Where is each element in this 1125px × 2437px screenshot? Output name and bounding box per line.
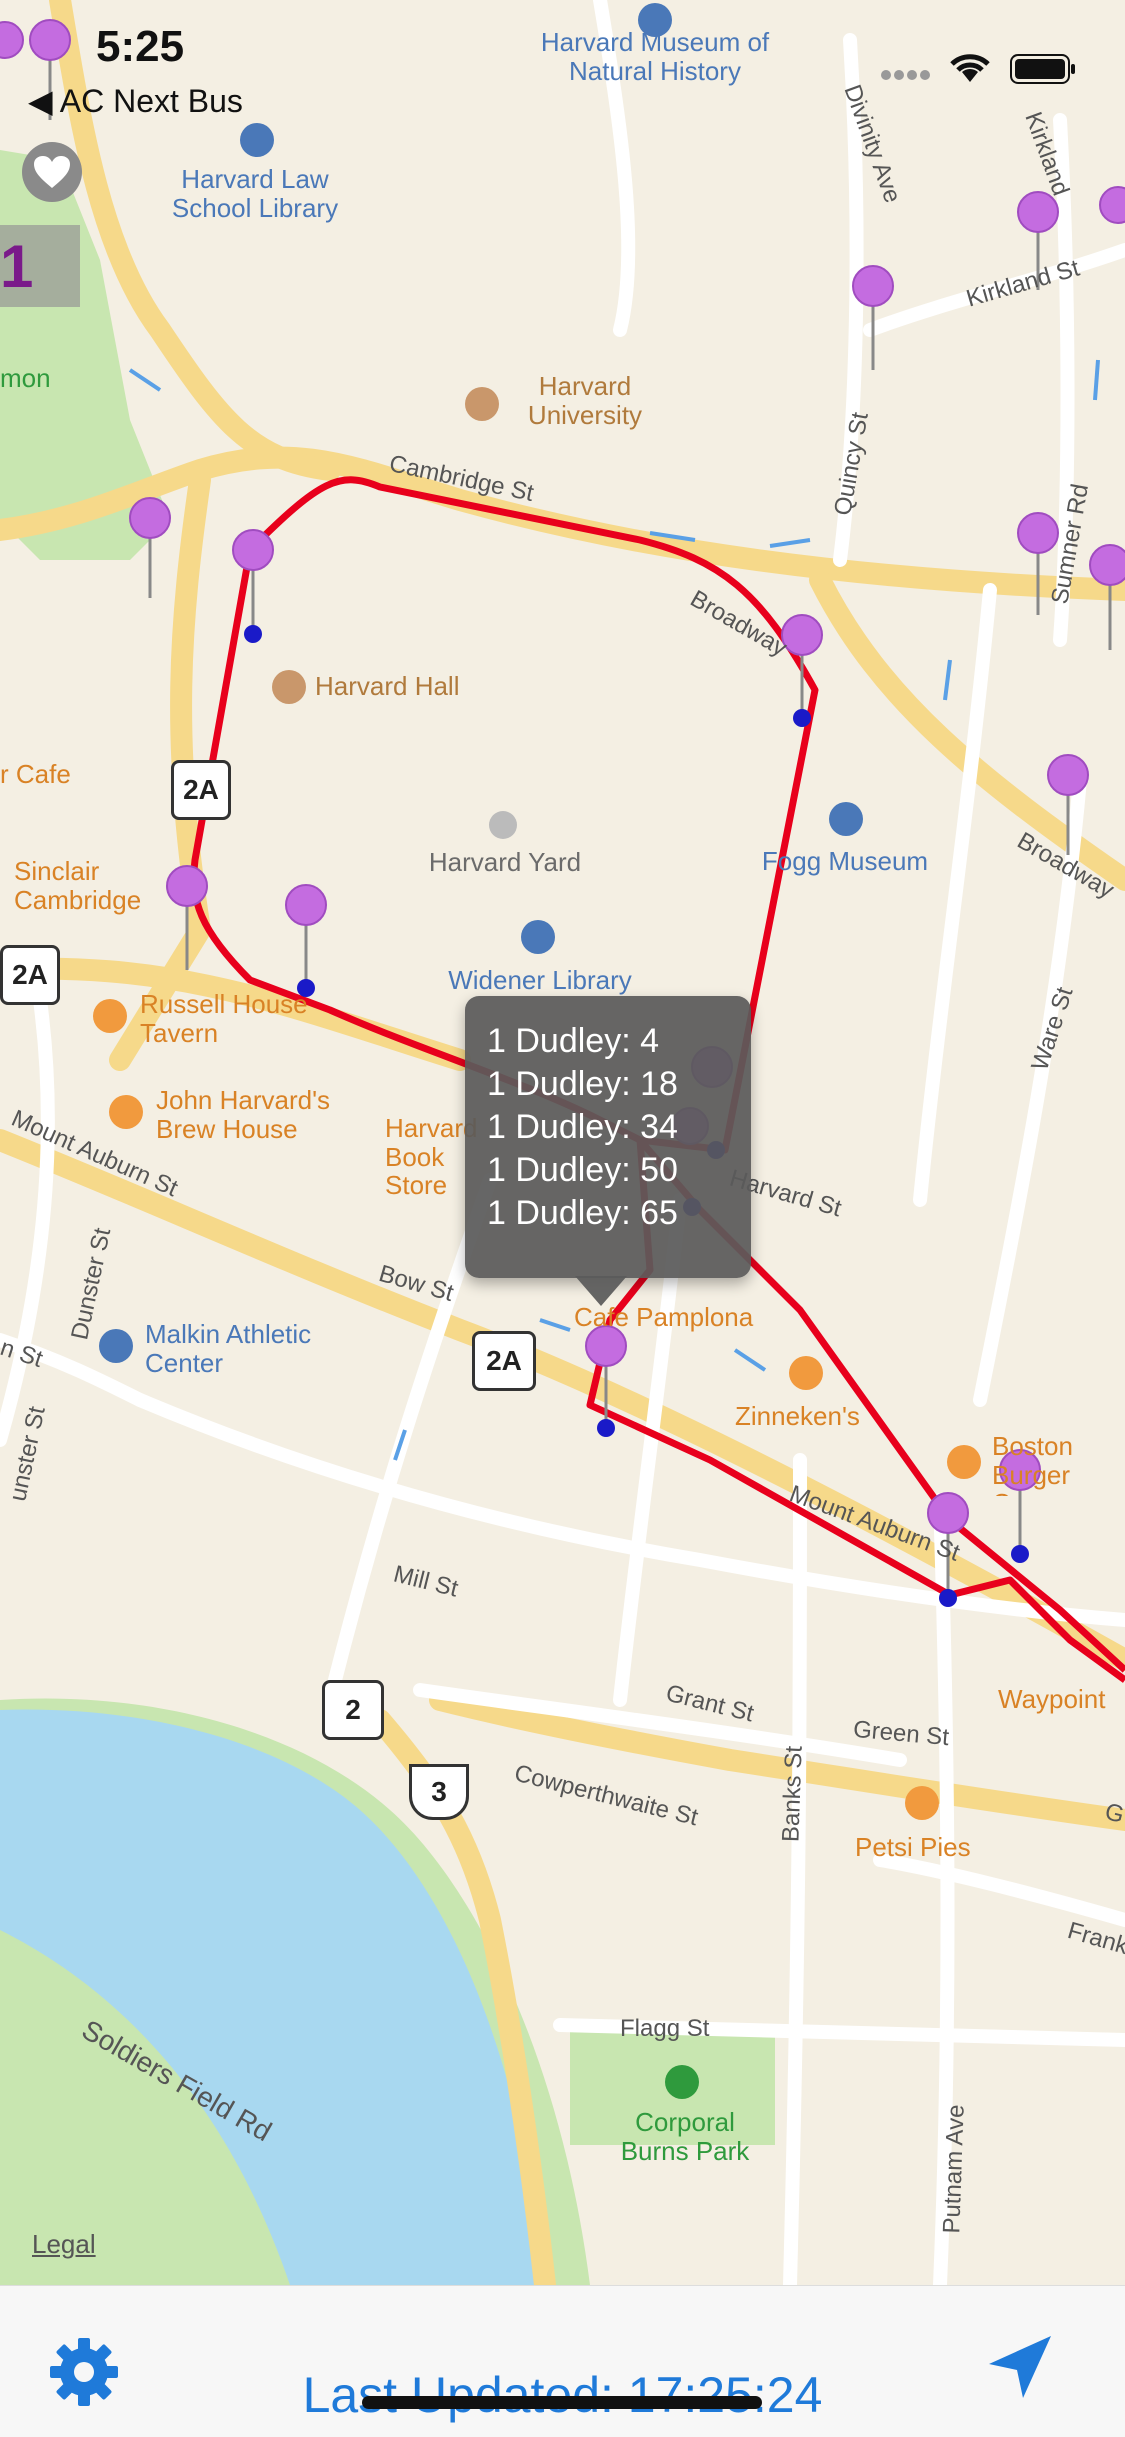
favorite-button[interactable] <box>22 142 82 202</box>
poi-sinclair[interactable]: Sinclair Cambridge <box>14 857 174 914</box>
poi-harvard-law-library[interactable]: Harvard Law School Library <box>150 165 360 222</box>
prediction-item: 1 Dudley: 18 <box>487 1065 678 1103</box>
locate-me-button[interactable] <box>985 2330 1055 2410</box>
poi-cafe-partial[interactable]: r Cafe <box>0 760 100 789</box>
last-updated-label: Last Updated: 17:25:24 <box>302 2367 823 2423</box>
prediction-item: 1 Dudley: 4 <box>487 1022 659 1060</box>
poi-harvard-yard[interactable]: Harvard Yard <box>410 848 600 877</box>
street-flagg: Flagg St <box>620 2015 710 2042</box>
route-shield-3: 3 <box>409 1764 469 1820</box>
poi-corporal-burns-park[interactable]: Corporal Burns Park <box>600 2108 770 2165</box>
legal-link[interactable]: Legal <box>32 2229 96 2260</box>
poi-harvard-university[interactable]: Harvard University <box>500 372 670 429</box>
poi-fogg-museum[interactable]: Fogg Museum <box>745 847 945 876</box>
prediction-list: 1 Dudley: 4 1 Dudley: 18 1 Dudley: 34 1 … <box>487 1020 678 1235</box>
poi-petsi-pies[interactable]: Petsi Pies <box>855 1833 995 1862</box>
street-putnam: Putnam Ave <box>938 2104 970 2234</box>
route-shield-2a: 2A <box>0 945 60 1005</box>
poi-common-partial[interactable]: mon <box>0 364 70 393</box>
bottom-toolbar: Last Updated: 17:25:24 <box>0 2285 1125 2437</box>
prediction-item: 1 Dudley: 34 <box>487 1108 678 1146</box>
poi-zinnekens[interactable]: Zinneken's <box>735 1402 895 1431</box>
prediction-item: 1 Dudley: 50 <box>487 1151 678 1189</box>
home-indicator[interactable] <box>362 2396 762 2409</box>
poi-widener-library[interactable]: Widener Library <box>425 966 655 995</box>
arrival-predictions-callout[interactable]: 1 Dudley: 4 1 Dudley: 18 1 Dudley: 34 1 … <box>465 996 751 1278</box>
route-shield-2a: 2A <box>171 760 231 820</box>
poi-russell-house[interactable]: Russell House Tavern <box>140 990 330 1047</box>
poi-waypoint[interactable]: Waypoint <box>998 1685 1125 1714</box>
poi-boston-burger[interactable]: Boston Burger Company <box>992 1432 1125 1496</box>
poi-malkin[interactable]: Malkin Athletic Center <box>145 1320 365 1377</box>
prediction-item: 1 Dudley: 65 <box>487 1194 678 1232</box>
wifi-icon <box>948 50 992 84</box>
route-shield-2a: 2A <box>472 1331 536 1391</box>
location-arrow-icon <box>989 2336 1051 2398</box>
heart-icon <box>34 156 70 188</box>
signal-icon <box>880 68 932 80</box>
route-shield-2: 2 <box>322 1680 384 1740</box>
status-time: 5:25 <box>96 22 185 71</box>
poi-john-harvards[interactable]: John Harvard's Brew House <box>156 1086 376 1143</box>
poi-harvard-museum[interactable]: Harvard Museum of Natural History <box>530 28 780 85</box>
route-number-badge[interactable]: 1 <box>0 225 80 307</box>
street-banks: Banks St <box>777 1745 808 1843</box>
back-button[interactable]: ◀ AC Next Bus <box>28 82 243 120</box>
poi-harvard-hall[interactable]: Harvard Hall <box>315 672 495 701</box>
callout-pointer <box>575 1276 627 1306</box>
battery-icon <box>1010 54 1076 84</box>
poi-cafe-pamplona[interactable]: Cafe Pamplona <box>574 1303 784 1332</box>
